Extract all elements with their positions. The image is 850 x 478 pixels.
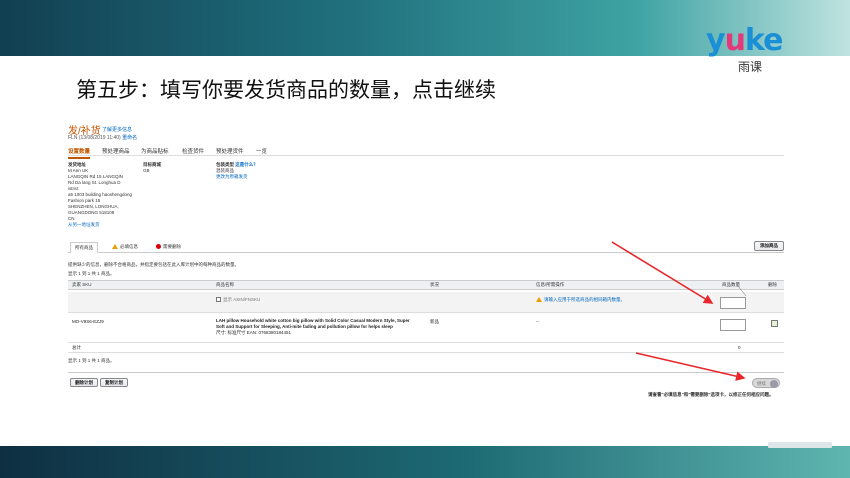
col-quantity: 商品数量 (722, 282, 740, 287)
seller-central-screenshot: 发/补货 了解更多信息 FLN (13/08/2019 11:40) 重命名 设… (68, 122, 784, 404)
remove-checkbox[interactable] (771, 320, 778, 327)
slide-title: 第五步：填写你要发货商品的数量，点击继续 (76, 78, 496, 102)
step-set-quantity[interactable]: 设置数量 (68, 147, 91, 159)
table-row-summary: 显示 ASIN/FNSKU 请输入应用于所选商品的相同箱内数量。 (68, 292, 784, 313)
step-prepare-shipments[interactable]: 预处理货件 (216, 147, 244, 155)
workflow-steps: 设置数量 预处理商品 为商品贴标 检查货件 预处理货件 一览 (68, 144, 784, 159)
yuke-logo: yuke 雨课 (706, 26, 806, 76)
tab-all-products[interactable]: 所有商品 (70, 242, 98, 253)
total-label: 总计 (72, 345, 81, 350)
tab-fix-info[interactable]: 必填信息 (108, 242, 142, 251)
col-remove: 删除 (768, 282, 777, 287)
total-value: 0 (738, 345, 741, 350)
copy-plan-button[interactable]: 复制计划 (100, 378, 128, 387)
footer-band (0, 446, 850, 478)
error-icon (156, 244, 161, 249)
bulk-quantity-input[interactable] (720, 297, 746, 309)
same-quantity-link[interactable]: 请输入应用于所选商品的相同箱内数量。 (536, 297, 625, 303)
destination-block: 目标商城 GB (143, 162, 203, 174)
instructions-text: 提供缺少的信息，删除不合格商品，并指定要包括在此入库计划中的每种商品的数量。 (68, 262, 239, 267)
footer-note: 请查看"必填信息"和"需要删除"选项卡，以修正任何相应问题。 (648, 392, 774, 397)
ship-from-block: 发货地址 M Ann UK LANGQIN Rd 15 LANGQIN Rd D… (68, 162, 138, 228)
ship-from-other-link[interactable]: 从另一地址发货 (68, 222, 138, 228)
product-name: LAH pillow Household white cotton big pi… (216, 318, 416, 336)
col-name: 商品名称 (216, 282, 234, 287)
quantity-input[interactable] (720, 319, 746, 331)
packing-block: 包装类型 这是什么？ 混装商品 更改为原箱发货 (216, 162, 296, 180)
table-header: 卖家 SKU 商品名称 状况 信息/所需操作 商品数量 删除 (68, 280, 784, 290)
product-condition: 新品 (430, 319, 439, 324)
rename-link[interactable]: 重命名 (122, 135, 137, 141)
logo-subtitle: 雨课 (738, 60, 763, 74)
add-products-button[interactable]: 添加商品 (754, 241, 784, 251)
product-info: -- (536, 319, 539, 324)
divider (68, 372, 784, 373)
showing-count-top: 显示 1 到 1 共 1 商品。 (68, 271, 115, 276)
step-review-shipments[interactable]: 检查货件 (182, 147, 204, 155)
step-prepare-products[interactable]: 预处理商品 (102, 147, 130, 155)
col-sku: 卖家 SKU (72, 282, 92, 287)
destination-value: GB (143, 168, 150, 173)
delete-plan-button[interactable]: 删除计划 (70, 378, 98, 387)
learn-more-link[interactable]: 了解更多信息 (102, 126, 132, 133)
fnsku-toggle[interactable]: 显示 ASIN/FNSKU (216, 297, 260, 303)
warning-icon (112, 244, 118, 249)
checkbox[interactable] (216, 297, 221, 302)
total-row: 总计 0 (68, 344, 784, 353)
product-tabs: 所有商品 必填信息 需要删除 (68, 242, 784, 253)
tab-remove[interactable]: 需要删除 (152, 242, 185, 251)
product-size: 尺寸: 标准尺寸 EAN: 0768380184451 (216, 330, 292, 335)
logo-wordmark: yuke (706, 23, 783, 58)
step-label-products[interactable]: 为商品贴标 (141, 147, 169, 155)
col-status: 状况 (430, 282, 439, 287)
seller-sku: MO-V9S6-EZJ9 (72, 319, 104, 324)
showing-count-bottom: 显示 1 到 1 共 1 商品。 (68, 358, 115, 363)
col-info: 信息/所需操作 (536, 282, 565, 287)
corner-widget (768, 442, 832, 448)
packing-change-link[interactable]: 更改为原箱发货 (216, 174, 296, 180)
continue-button[interactable]: 继续 (752, 378, 780, 388)
warning-icon (536, 297, 542, 302)
step-summary[interactable]: 一览 (256, 147, 267, 155)
packing-help-link[interactable]: 这是什么？ (235, 162, 258, 167)
arrow-right-icon (770, 380, 778, 388)
table-row: MO-V9S6-EZJ9 LAH pillow Household white … (68, 314, 784, 343)
plan-subtitle: FLN (13/08/2019 11:40) 重命名 (68, 135, 138, 141)
